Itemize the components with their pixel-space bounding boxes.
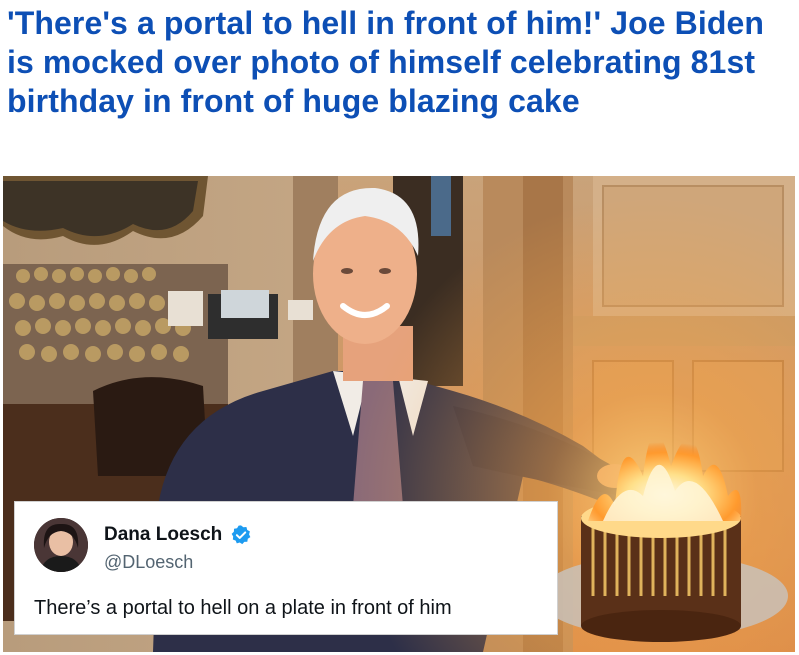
avatar[interactable] bbox=[34, 518, 88, 572]
tweet-text: There’s a portal to hell on a plate in f… bbox=[34, 597, 452, 619]
verified-badge-icon bbox=[231, 525, 251, 545]
embedded-tweet-card[interactable]: Dana Loesch @DLoesch There’s a portal to… bbox=[14, 501, 558, 635]
tweet-handle[interactable]: @DLoesch bbox=[104, 552, 193, 573]
tweet-display-name[interactable]: Dana Loesch bbox=[104, 524, 222, 546]
avatar-portrait-icon bbox=[34, 518, 88, 572]
article-headline[interactable]: 'There's a portal to hell in front of hi… bbox=[7, 4, 795, 121]
